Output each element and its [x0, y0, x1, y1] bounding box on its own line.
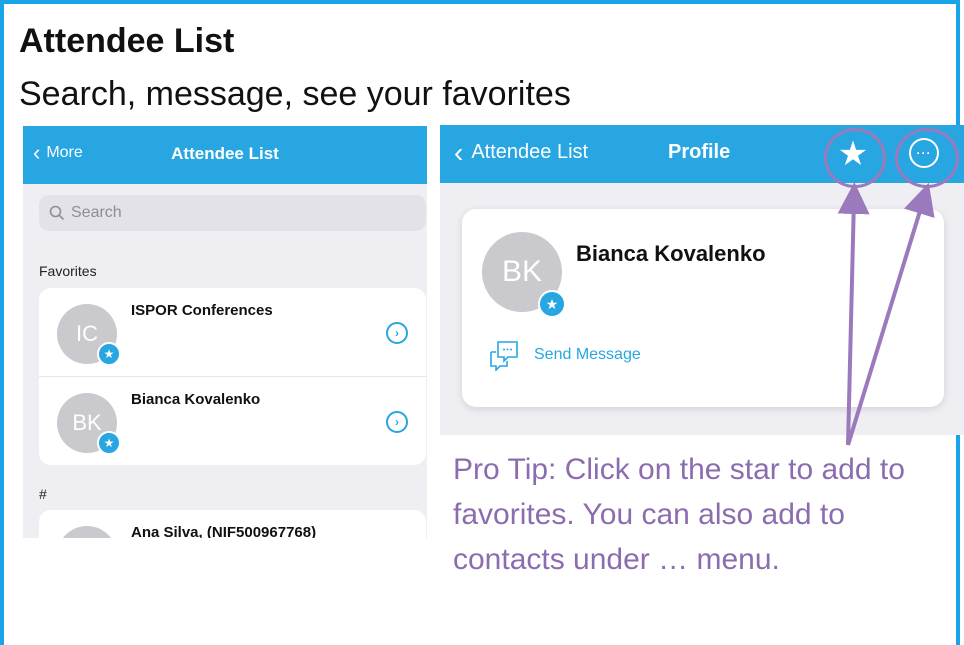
- avatar-initials: IC: [76, 321, 98, 346]
- avatar: BK ★: [57, 393, 121, 455]
- more-highlight-circle: [895, 128, 959, 188]
- chevron-right-circle-icon[interactable]: ›: [386, 322, 408, 344]
- avatar: BK ★: [482, 232, 566, 318]
- profile-card: BK ★ Bianca Kovalenko Send Message: [462, 209, 944, 407]
- chat-icon: [490, 341, 518, 371]
- avatar: IC ★: [57, 304, 121, 366]
- nav-bar: ‹ More Attendee List: [23, 126, 427, 184]
- attendee-name: ISPOR Conferences: [131, 302, 273, 319]
- search-icon: [49, 205, 65, 221]
- search-placeholder: Search: [71, 204, 122, 221]
- star-badge-icon: ★: [97, 431, 121, 455]
- profile-screen: ‹ Attendee List Profile ★ ··· BK ★ Bianc…: [440, 125, 964, 435]
- section-hash-label: #: [39, 486, 47, 502]
- attendee-name: Ana Silva, (NIF500967768): [131, 524, 317, 538]
- pro-tip-text: Pro Tip: Click on the star to add to fav…: [453, 453, 905, 576]
- list-item[interactable]: BK ★ Bianca Kovalenko ›: [39, 376, 426, 465]
- favorites-label: Favorites: [39, 263, 97, 279]
- slide-subtitle: Search, message, see your favorites: [19, 75, 571, 113]
- attendee-list-screen: ‹ More Attendee List Search Favorites IC…: [23, 126, 427, 538]
- star-badge-icon: ★: [538, 290, 566, 318]
- list-item[interactable]: Ana Silva, (NIF500967768): [39, 510, 426, 538]
- avatar: [57, 526, 117, 538]
- slide-title: Attendee List: [19, 22, 235, 60]
- star-badge-icon: ★: [97, 342, 121, 366]
- search-input[interactable]: Search: [39, 195, 426, 231]
- profile-name: Bianca Kovalenko: [576, 241, 766, 266]
- screen-title: Attendee List: [171, 144, 279, 163]
- attendee-list: Ana Silva, (NIF500967768): [39, 510, 426, 538]
- attendee-name: Bianca Kovalenko: [131, 391, 261, 408]
- screen-title: Profile: [668, 141, 731, 163]
- send-message-label: Send Message: [534, 346, 641, 363]
- chevron-left-icon: ‹: [454, 136, 464, 168]
- back-button[interactable]: ‹ Attendee List: [454, 136, 589, 168]
- list-item[interactable]: IC ★ ISPOR Conferences ›: [39, 288, 426, 376]
- avatar-initials: BK: [72, 410, 102, 435]
- star-highlight-circle: [824, 128, 886, 188]
- avatar-initials: BK: [501, 255, 543, 288]
- chevron-right-circle-icon[interactable]: ›: [386, 411, 408, 433]
- favorites-list: IC ★ ISPOR Conferences › BK ★ Bianca Kov…: [39, 288, 426, 465]
- back-label: Attendee List: [471, 141, 589, 163]
- send-message-button[interactable]: Send Message: [488, 339, 641, 371]
